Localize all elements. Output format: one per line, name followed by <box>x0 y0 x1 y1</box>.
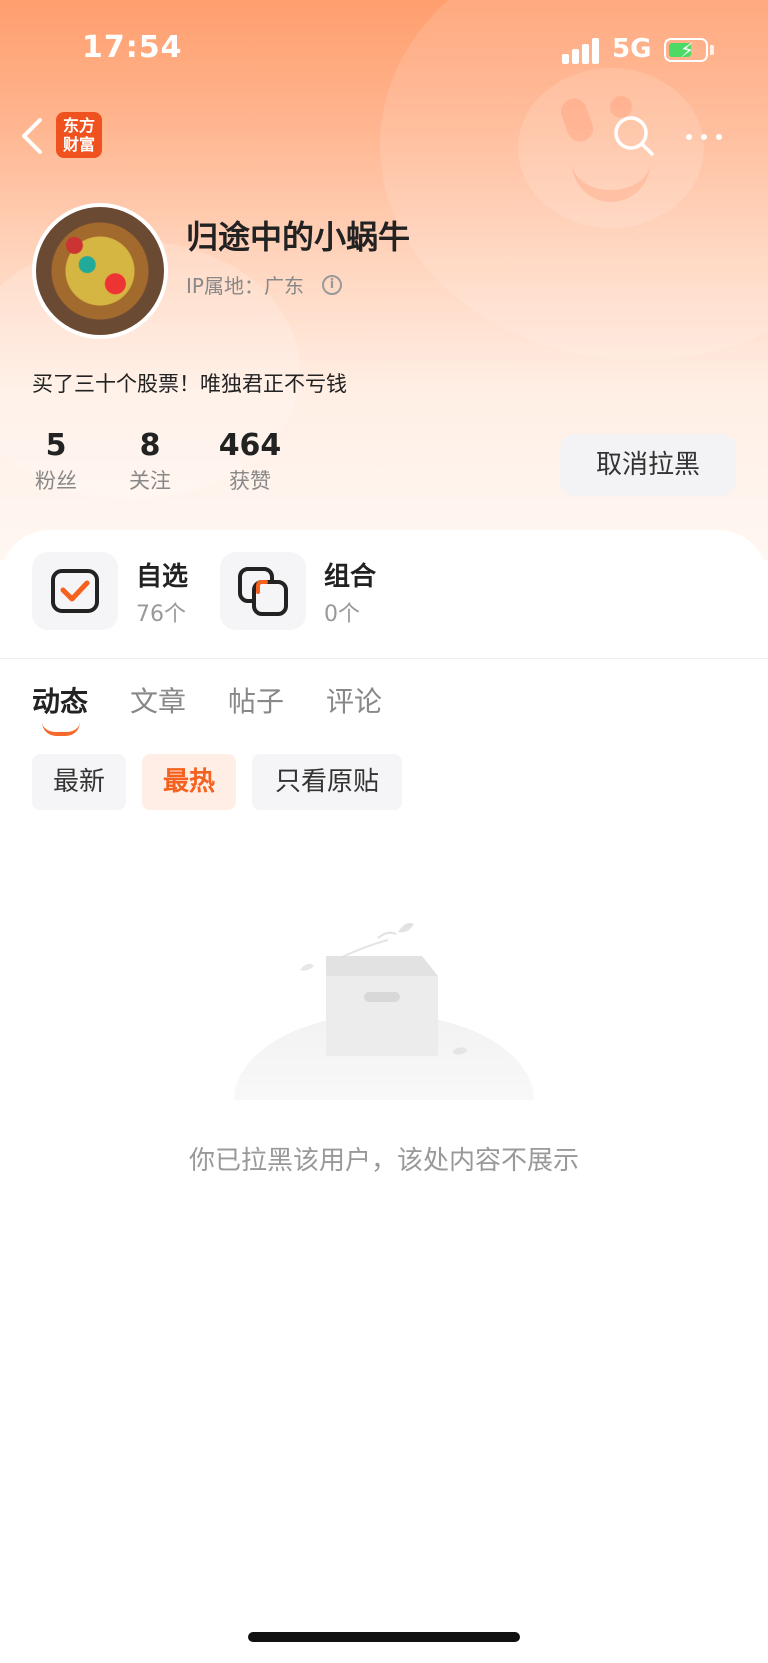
status-time: 17:54 <box>82 30 183 65</box>
chevron-left-icon <box>22 118 42 154</box>
divider <box>0 658 768 659</box>
signal-icon <box>562 38 602 64</box>
filter-hottest[interactable]: 最热 <box>142 754 236 810</box>
search-icon <box>614 116 654 156</box>
info-icon[interactable]: i <box>322 275 342 295</box>
tab-activity[interactable]: 动态 <box>32 680 88 720</box>
stat-likes: 464 获赞 <box>218 428 282 493</box>
ip-location: IP属地：广东 <box>186 274 304 298</box>
filter-latest[interactable]: 最新 <box>32 754 126 810</box>
tab-comments[interactable]: 评论 <box>326 680 382 720</box>
filter-original-only[interactable]: 只看原贴 <box>252 754 402 810</box>
watchlist-icon <box>32 552 118 630</box>
search-button[interactable] <box>610 112 658 160</box>
stat-followers[interactable]: 5 粉丝 <box>26 428 86 498</box>
username: 归途中的小蜗牛 <box>186 218 411 256</box>
empty-state-message: 你已拉黑该用户，该处内容不展示 <box>188 1146 579 1176</box>
avatar[interactable] <box>32 203 168 339</box>
home-indicator[interactable] <box>248 1632 520 1642</box>
empty-box-illustration <box>234 923 534 1100</box>
tab-articles[interactable]: 文章 <box>130 680 186 720</box>
portfolio-icon <box>220 552 306 630</box>
more-dots-icon <box>686 134 692 140</box>
network-type: 5G <box>612 34 652 64</box>
tab-posts[interactable]: 帖子 <box>228 680 284 720</box>
back-button[interactable] <box>14 112 54 160</box>
more-options-button[interactable] <box>680 118 728 154</box>
app-logo: 东方 财富 <box>56 112 102 158</box>
battery-icon: ⚡ <box>664 38 708 62</box>
unblock-button[interactable]: 取消拉黑 <box>560 434 736 496</box>
user-bio: 买了三十个股票！唯独君正不亏钱 <box>32 372 347 396</box>
stat-following[interactable]: 8 关注 <box>120 428 180 498</box>
